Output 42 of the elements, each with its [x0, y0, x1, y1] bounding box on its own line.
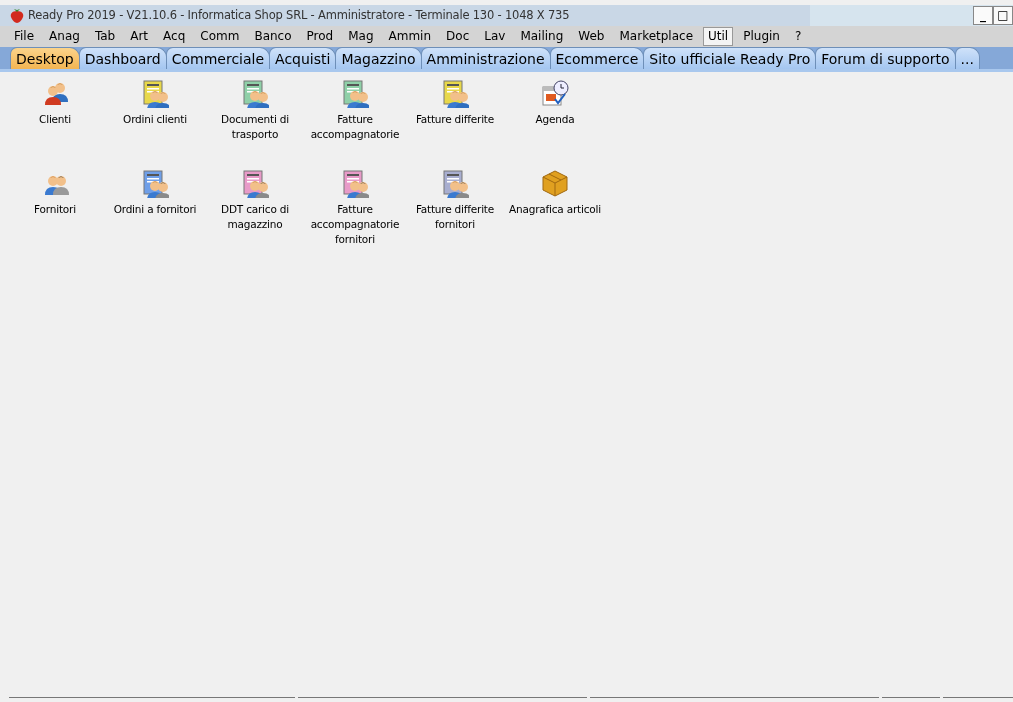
- tab[interactable]: Dashboard: [78, 47, 167, 69]
- document-people-icon: [441, 170, 469, 198]
- document-people-icon: [341, 170, 369, 198]
- tab[interactable]: Ecommerce: [549, 47, 645, 69]
- window-title: Ready Pro 2019 - V21.10.6 - Informatica Shop SRL - Amministratore - Terminale 130 - 1048 X 735: [28, 6, 570, 24]
- menu-item[interactable]: Plugin: [738, 27, 785, 46]
- strawberry-icon: [10, 8, 24, 23]
- tab[interactable]: Forum di supporto: [815, 47, 956, 69]
- menu-item[interactable]: Acq: [158, 27, 191, 46]
- menu-item[interactable]: File: [9, 27, 40, 46]
- menu-item[interactable]: Doc: [441, 27, 475, 46]
- minimize-button[interactable]: _: [973, 6, 993, 25]
- document-people-icon: [341, 80, 369, 108]
- menu-item[interactable]: Banco: [249, 27, 297, 46]
- document-people-icon: [441, 80, 469, 108]
- menu-item[interactable]: Prod: [301, 27, 339, 46]
- menu-item[interactable]: Util: [703, 27, 734, 46]
- menu-item[interactable]: Tab: [89, 27, 121, 46]
- document-people-icon: [141, 170, 169, 198]
- tab[interactable]: Desktop: [10, 47, 80, 69]
- menu-item[interactable]: Mag: [343, 27, 379, 46]
- tab[interactable]: ...: [954, 47, 980, 69]
- menu-item[interactable]: Lav: [479, 27, 511, 46]
- menu-item[interactable]: Art: [125, 27, 154, 46]
- tab[interactable]: Commerciale: [165, 47, 271, 69]
- tab[interactable]: Acquisti: [269, 47, 337, 69]
- menu-item[interactable]: Marketplace: [614, 27, 699, 46]
- menu-item[interactable]: ?: [789, 27, 807, 46]
- calendar-clock-icon: [541, 80, 569, 108]
- document-people-icon: [141, 80, 169, 108]
- document-people-icon: [241, 80, 269, 108]
- document-people-icon: [241, 170, 269, 198]
- menu-item[interactable]: Anag: [44, 27, 85, 46]
- menu-item[interactable]: Mailing: [515, 27, 569, 46]
- tab[interactable]: Magazzino: [335, 47, 422, 69]
- menu-item[interactable]: Ammin: [383, 27, 437, 46]
- menu-item[interactable]: Comm: [195, 27, 245, 46]
- maximize-button[interactable]: □: [993, 6, 1013, 25]
- tab[interactable]: Amministrazione: [420, 47, 551, 69]
- box-icon: [541, 170, 569, 198]
- tab[interactable]: Sito ufficiale Ready Pro: [643, 47, 817, 69]
- menu-item[interactable]: Web: [573, 27, 610, 46]
